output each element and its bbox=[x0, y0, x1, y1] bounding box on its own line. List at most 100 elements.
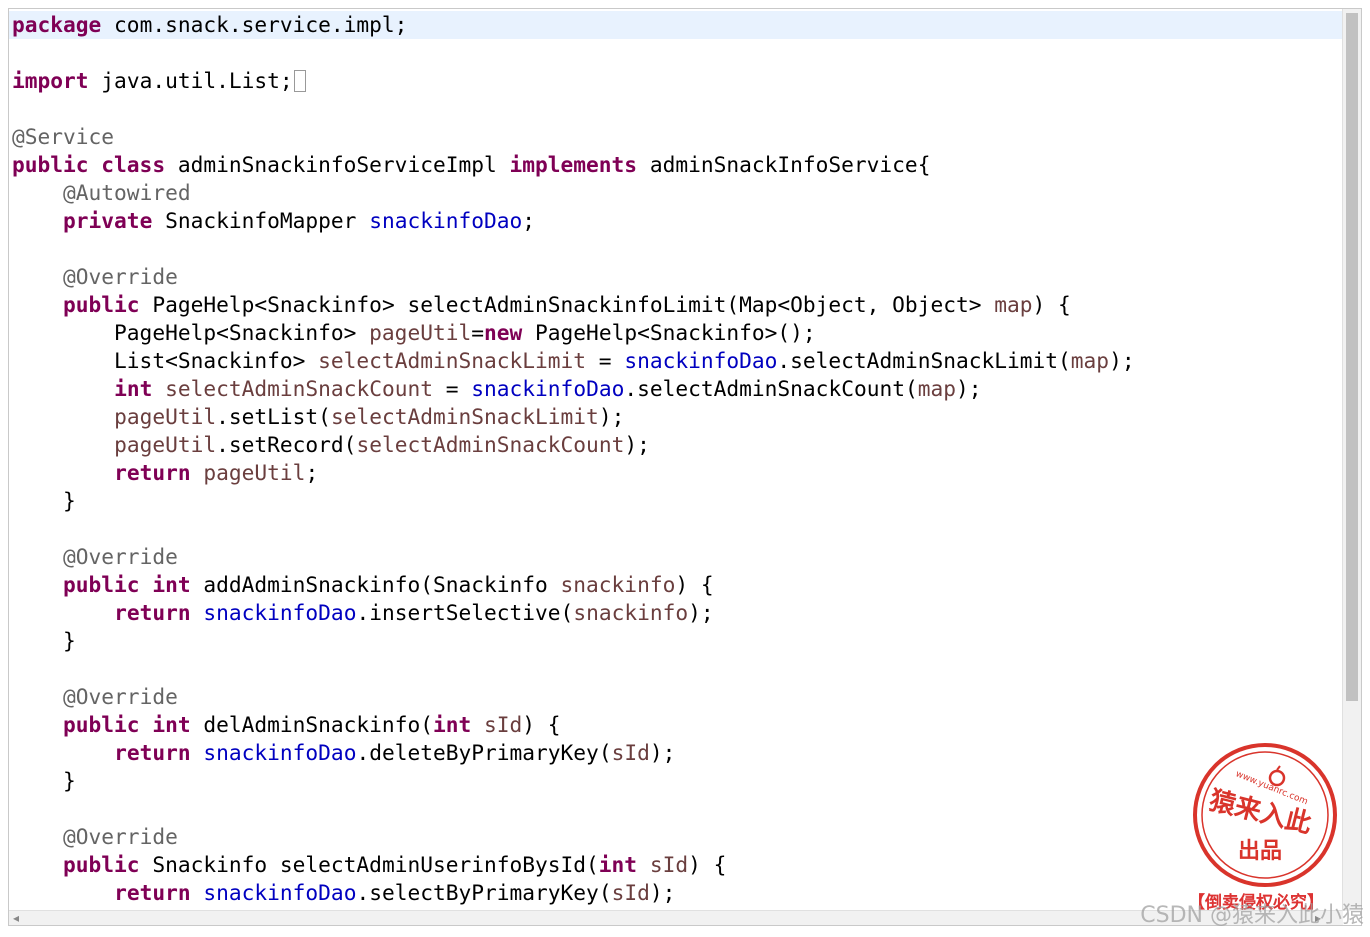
code-token: selectAdminSnackCount bbox=[356, 432, 625, 457]
code-token: ); bbox=[598, 404, 625, 429]
vertical-scrollbar-thumb[interactable] bbox=[1346, 13, 1358, 701]
code-token: return bbox=[114, 600, 191, 625]
code-line[interactable]: @Autowired bbox=[9, 179, 1343, 207]
code-line[interactable]: public int addAdminSnackinfo(Snackinfo s… bbox=[9, 571, 1343, 599]
code-line[interactable] bbox=[9, 795, 1343, 823]
code-token: adminSnackinfoServiceImpl bbox=[165, 152, 510, 177]
code-token: = bbox=[432, 376, 472, 401]
code-line[interactable]: } bbox=[9, 487, 1343, 515]
code-token: package bbox=[12, 12, 102, 37]
code-token: addAdminSnackinfo(Snackinfo bbox=[190, 572, 561, 597]
code-token: ); bbox=[1109, 348, 1135, 373]
code-line[interactable]: } bbox=[9, 627, 1343, 655]
code-token: return bbox=[114, 740, 191, 765]
code-token: ); bbox=[956, 376, 982, 401]
code-line[interactable] bbox=[9, 515, 1343, 543]
code-token: snackinfoDao bbox=[624, 348, 778, 373]
code-token: PageHelp<Snackinfo> bbox=[12, 320, 370, 345]
code-token: sId bbox=[611, 740, 650, 765]
code-token: selectAdminSnackCount bbox=[165, 376, 433, 401]
code-token: @Override bbox=[63, 684, 178, 709]
scroll-left-icon[interactable]: ◂ bbox=[13, 911, 19, 925]
code-token: ); bbox=[649, 740, 676, 765]
code-line[interactable] bbox=[9, 655, 1343, 683]
code-token: .selectAdminSnackLimit( bbox=[777, 348, 1071, 373]
code-line[interactable]: int selectAdminSnackCount = snackinfoDao… bbox=[9, 375, 1343, 403]
code-token: pageUtil bbox=[203, 460, 306, 485]
code-token: map bbox=[994, 292, 1033, 317]
code-token: .selectAdminSnackCount( bbox=[624, 376, 918, 401]
code-token: new bbox=[484, 320, 523, 345]
code-token: .setList( bbox=[216, 404, 331, 429]
code-token: java.util.List; bbox=[88, 68, 293, 93]
code-token: .selectByPrimaryKey( bbox=[356, 880, 612, 905]
code-token: ) { bbox=[1032, 292, 1071, 317]
code-token: return bbox=[114, 880, 191, 905]
code-line[interactable]: public PageHelp<Snackinfo> selectAdminSn… bbox=[9, 291, 1343, 319]
code-token: } bbox=[12, 768, 76, 793]
code-token: List<Snackinfo> bbox=[12, 348, 319, 373]
code-line[interactable] bbox=[9, 235, 1343, 263]
code-line[interactable]: return snackinfoDao.insertSelective(snac… bbox=[9, 599, 1343, 627]
code-line[interactable] bbox=[9, 39, 1343, 67]
code-line[interactable]: public class adminSnackinfoServiceImpl i… bbox=[9, 151, 1343, 179]
code-line[interactable]: private SnackinfoMapper snackinfoDao; bbox=[9, 207, 1343, 235]
code-token: snackinfoDao bbox=[203, 880, 357, 905]
code-line[interactable]: public int delAdminSnackinfo(int sId) { bbox=[9, 711, 1343, 739]
code-token: int bbox=[598, 852, 638, 877]
code-line[interactable]: List<Snackinfo> selectAdminSnackLimit = … bbox=[9, 347, 1343, 375]
code-line[interactable]: PageHelp<Snackinfo> pageUtil=new PageHel… bbox=[9, 319, 1343, 347]
code-token: sId bbox=[484, 712, 523, 737]
code-line[interactable]: import java.util.List; bbox=[9, 67, 1343, 95]
code-editor[interactable]: package com.snack.service.impl; import ja… bbox=[9, 9, 1343, 911]
code-line[interactable]: pageUtil.setList(selectAdminSnackLimit); bbox=[9, 403, 1343, 431]
code-token: selectAdminSnackLimit bbox=[318, 348, 587, 373]
code-token: ; bbox=[522, 208, 536, 233]
fold-marker-icon[interactable] bbox=[293, 70, 306, 92]
code-line[interactable]: public Snackinfo selectAdminUserinfoBysI… bbox=[9, 851, 1343, 879]
code-line[interactable]: @Override bbox=[9, 823, 1343, 851]
code-token: } bbox=[12, 628, 76, 653]
code-token: @Autowired bbox=[63, 180, 191, 205]
code-line[interactable]: return snackinfoDao.deleteByPrimaryKey(s… bbox=[9, 739, 1343, 767]
code-token: sId bbox=[611, 880, 650, 905]
code-line[interactable]: @Override bbox=[9, 543, 1343, 571]
code-token: public int bbox=[63, 712, 191, 737]
vertical-scrollbar[interactable] bbox=[1342, 9, 1361, 911]
code-token: ); bbox=[688, 600, 714, 625]
code-token: pageUtil bbox=[369, 320, 472, 345]
code-line[interactable]: @Service bbox=[9, 123, 1343, 151]
code-line[interactable]: package com.snack.service.impl; bbox=[9, 11, 1343, 39]
code-token: int bbox=[432, 712, 472, 737]
code-line[interactable]: @Override bbox=[9, 683, 1343, 711]
code-line[interactable]: pageUtil.setRecord(selectAdminSnackCount… bbox=[9, 431, 1343, 459]
code-line[interactable]: } bbox=[9, 767, 1343, 795]
code-line[interactable]: return pageUtil; bbox=[9, 459, 1343, 487]
code-token: Snackinfo selectAdminUserinfoBysId( bbox=[139, 852, 599, 877]
code-line[interactable] bbox=[9, 95, 1343, 123]
code-token: map bbox=[1070, 348, 1110, 373]
code-token: } bbox=[12, 488, 76, 513]
copyright-stamp: www.yuanrc.com 猿来入此 出品 bbox=[1193, 743, 1337, 887]
code-token: snackinfoDao bbox=[203, 600, 357, 625]
code-token: ); bbox=[624, 432, 650, 457]
code-line[interactable]: @Override bbox=[9, 263, 1343, 291]
code-token: PageHelp<Snackinfo> selectAdminSnackinfo… bbox=[139, 292, 995, 317]
